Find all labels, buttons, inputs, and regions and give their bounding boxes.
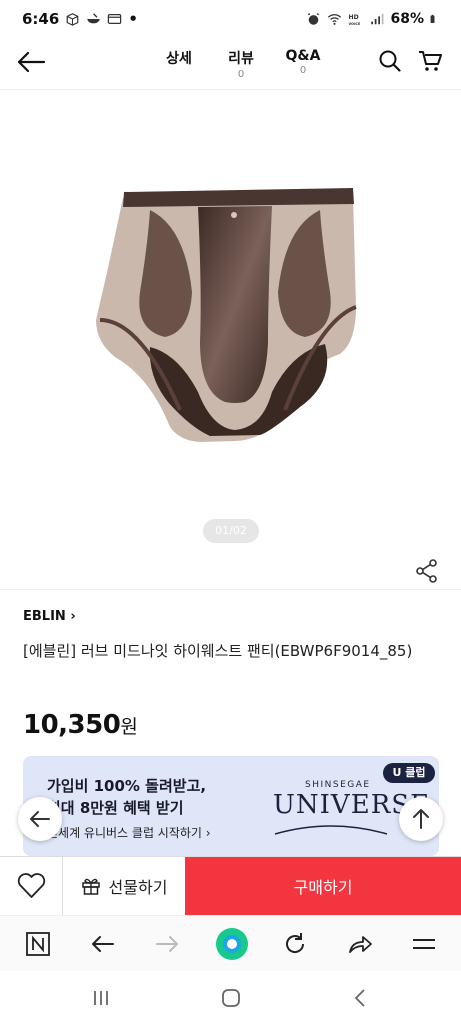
browser-back-icon[interactable] — [89, 930, 117, 958]
banner-line1: 가입비 100% 돌려받고, — [47, 777, 207, 795]
battery-icon — [430, 14, 435, 23]
price-currency: 원 — [120, 716, 138, 738]
status-bar: 6:46 • HD VOICE 68% — [0, 0, 461, 38]
browser-toolbar — [0, 915, 461, 971]
buy-label: 구매하기 — [293, 878, 353, 897]
tab-detail-label: 상세 — [166, 51, 192, 67]
app-header: 상세 리뷰 0 Q&A 0 — [0, 38, 461, 90]
u-club-badge: U 클럽 — [383, 763, 435, 783]
gift-icon — [81, 878, 100, 895]
chevron-right-icon: › — [201, 826, 211, 840]
buy-button[interactable]: 구매하기 — [185, 857, 461, 915]
browser-forward-icon[interactable] — [153, 930, 181, 958]
package-icon — [66, 13, 79, 26]
gift-button[interactable]: 선물하기 — [63, 857, 185, 915]
shinsegae-text: SHINSEGAE — [305, 780, 371, 790]
back-arrow-icon[interactable] — [14, 48, 48, 76]
detail-tabs: 상세 리뷰 0 Q&A 0 — [148, 48, 334, 80]
image-pager: 01/02 — [203, 519, 259, 543]
bowl-icon — [87, 13, 100, 24]
purchase-bar: 선물하기 구매하기 — [0, 856, 461, 915]
banner-cta: 신세계 유니버스 클럽 시작하기 › — [47, 824, 211, 841]
search-icon[interactable] — [377, 48, 403, 74]
product-image[interactable] — [0, 92, 461, 582]
chevron-right-icon: › — [65, 609, 76, 624]
universe-club-banner[interactable]: 가입비 100% 돌려받고, 최대 8만원 혜택 받기 신세계 유니버스 클럽 … — [23, 756, 439, 856]
arrow-up-icon — [413, 809, 429, 829]
card-icon — [108, 14, 122, 24]
share-arrow-icon[interactable] — [346, 930, 374, 958]
svg-text:HD: HD — [349, 14, 359, 21]
hd-voice-icon: HDVOICE — [349, 14, 361, 26]
home-icon[interactable] — [220, 987, 242, 1009]
arrow-left-icon — [30, 811, 50, 827]
svg-text:VOICE: VOICE — [349, 22, 361, 26]
tab-review-label: 리뷰 — [228, 51, 254, 67]
product-title: [에블린] 러브 미드나잇 하이웨스트 팬티(EBWP6F9014_85) — [23, 642, 413, 660]
panty-illustration — [96, 188, 357, 442]
tab-detail[interactable]: 상세 — [148, 48, 210, 80]
signal-icon — [371, 13, 384, 25]
browser-home-icon[interactable] — [215, 927, 249, 961]
brand-link[interactable]: EBLIN › — [23, 609, 76, 624]
battery-percent: 68% — [390, 11, 424, 27]
alarm-icon — [308, 13, 320, 25]
naver-icon[interactable] — [24, 930, 52, 958]
tab-qna[interactable]: Q&A 0 — [272, 48, 334, 80]
refresh-icon[interactable] — [281, 930, 309, 958]
share-icon[interactable] — [414, 558, 440, 584]
scroll-top-button[interactable] — [399, 797, 443, 841]
universe-swoosh — [274, 825, 388, 835]
menu-icon[interactable] — [410, 930, 438, 958]
recent-apps-icon[interactable] — [90, 987, 112, 1009]
price-value: 10,350 — [23, 710, 121, 740]
float-back-button[interactable] — [18, 797, 62, 841]
banner-line2: 최대 8만원 혜택 받기 — [47, 799, 184, 817]
gift-label: 선물하기 — [108, 878, 168, 897]
qna-count: 0 — [299, 65, 307, 76]
tab-review[interactable]: 리뷰 0 — [210, 48, 272, 80]
status-dot: • — [128, 10, 138, 28]
heart-icon — [17, 873, 46, 898]
banner-cta-text: 신세계 유니버스 클럽 시작하기 — [47, 826, 202, 840]
brand-name: EBLIN — [23, 609, 66, 624]
cart-icon[interactable] — [417, 48, 443, 74]
section-divider — [0, 589, 461, 590]
system-navbar — [0, 971, 461, 1024]
wifi-icon — [328, 14, 342, 25]
product-price: 10,350원 — [23, 710, 138, 740]
tab-qna-label: Q&A — [285, 48, 321, 64]
review-count: 0 — [237, 69, 245, 80]
status-time: 6:46 — [22, 10, 60, 28]
wishlist-button[interactable] — [0, 857, 63, 915]
system-back-icon[interactable] — [350, 987, 372, 1009]
